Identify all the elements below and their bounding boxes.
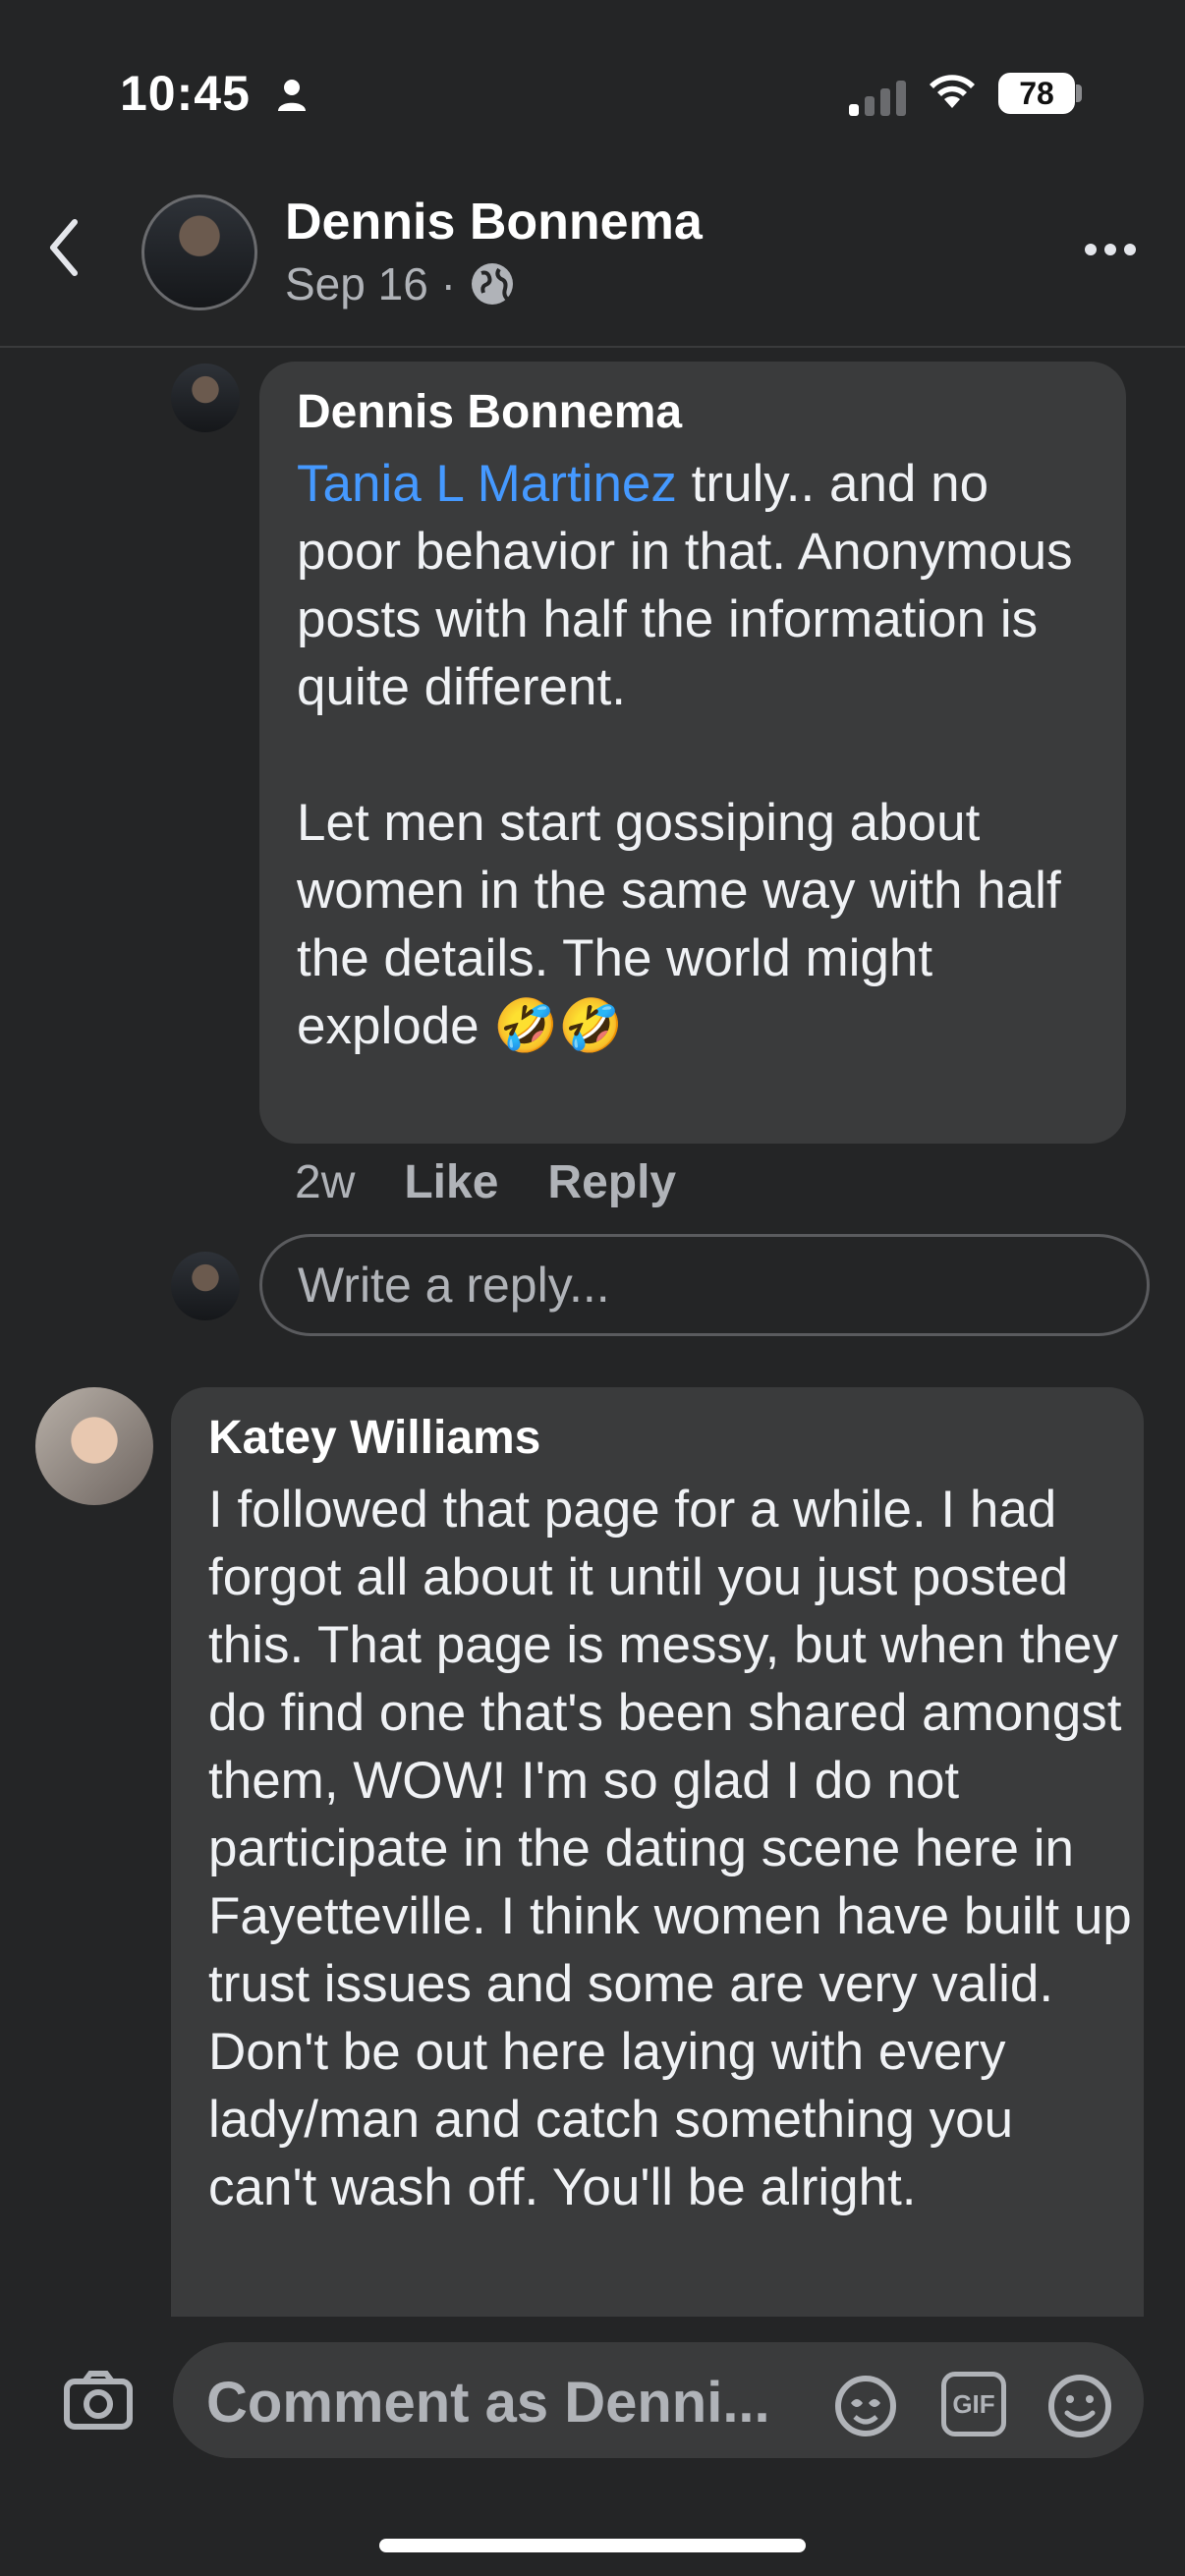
comment-placeholder: Comment as Denni... [206, 2371, 770, 2435]
camera-icon[interactable] [63, 2370, 134, 2431]
write-reply-input[interactable]: Write a reply... [259, 1234, 1150, 1336]
wifi-icon [930, 75, 975, 108]
post-author-avatar[interactable] [141, 195, 257, 310]
header-divider [0, 346, 1185, 348]
comment-bubble: Katey Williams I followed that page for … [171, 1387, 1144, 2350]
mention-link[interactable]: Tania L Martinez [297, 455, 677, 513]
globe-icon [471, 263, 513, 305]
comment-author-name[interactable]: Katey Williams [208, 1411, 540, 1465]
battery-indicator: 78 [998, 73, 1075, 114]
write-reply-placeholder: Write a reply... [298, 1258, 610, 1313]
signal-icon [849, 81, 906, 116]
chevron-left-icon[interactable] [47, 218, 81, 277]
avatar-sticker-icon[interactable] [831, 2372, 900, 2440]
gif-button[interactable]: GIF [941, 2372, 1006, 2436]
more-icon[interactable] [1085, 244, 1136, 255]
reply-text: Tania L Martinez truly.. and no poor beh… [297, 450, 1102, 1060]
reply-bubble: Dennis Bonnema Tania L Martinez truly.. … [259, 362, 1126, 1144]
reply-author-avatar[interactable] [171, 364, 240, 432]
reply-input-avatar [171, 1252, 240, 1320]
home-indicator [379, 2539, 806, 2552]
post-author-name[interactable]: Dennis Bonnema [285, 193, 703, 252]
post-date: Sep 16 · [285, 258, 456, 309]
reply-author-name[interactable]: Dennis Bonnema [297, 385, 682, 439]
person-icon [278, 80, 306, 111]
reply-button[interactable]: Reply [547, 1155, 676, 1209]
reply-time: 2w [295, 1156, 356, 1208]
post-meta: Sep 16 · [285, 257, 515, 310]
status-time: 10:45 [120, 66, 251, 121]
like-button[interactable]: Like [404, 1155, 498, 1209]
comment-text: I followed that page for a while. I had … [208, 1481, 1132, 2216]
emoji-icon[interactable] [1045, 2372, 1114, 2440]
battery-nub [1076, 84, 1082, 102]
reply-actions: 2w Like Reply [295, 1155, 676, 1209]
reply-body: truly.. and no poor behavior in that. An… [297, 455, 1073, 1055]
comment-author-avatar[interactable] [35, 1387, 153, 1505]
